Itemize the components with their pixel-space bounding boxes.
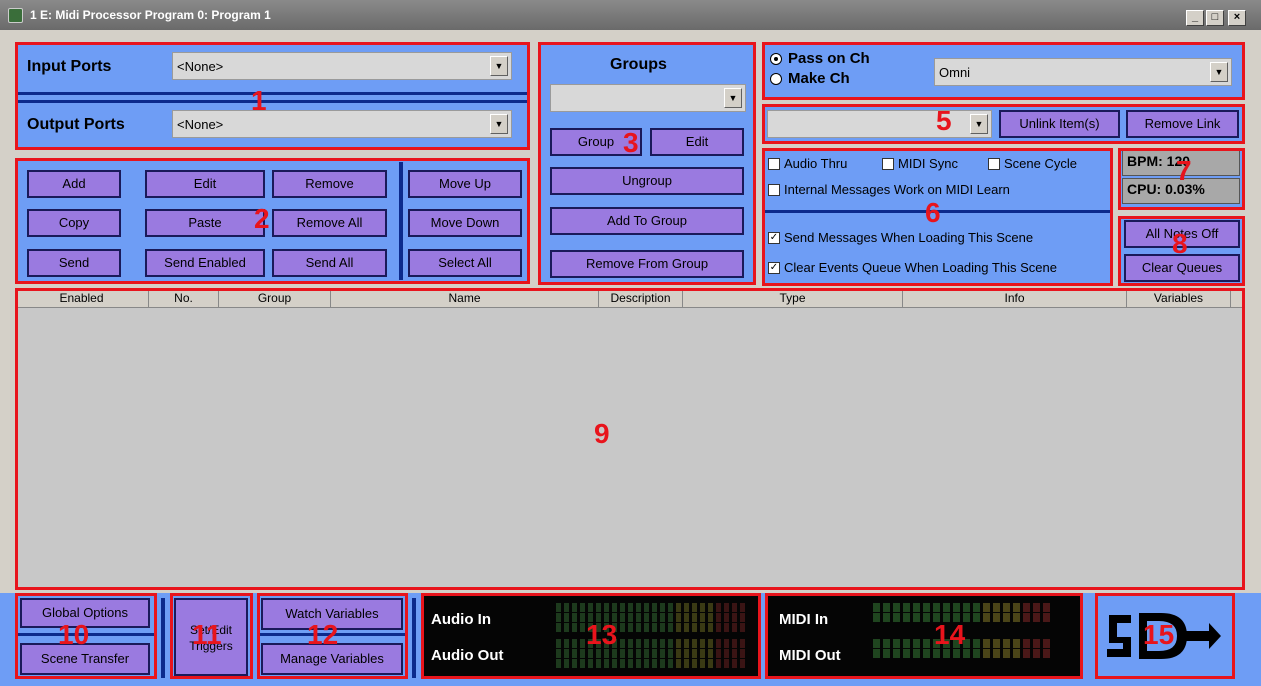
annotation-box-9 [15, 288, 1245, 590]
annotation-8: 8 [1172, 228, 1188, 259]
annotation-9: 9 [594, 418, 610, 449]
annotation-14: 14 [934, 619, 966, 650]
close-button[interactable]: × [1228, 10, 1246, 26]
annotation-7: 7 [1176, 155, 1192, 186]
separator [161, 598, 165, 678]
app-icon [8, 8, 23, 23]
annotation-12: 12 [307, 619, 339, 650]
annotation-5: 5 [936, 105, 952, 136]
annotation-15: 15 [1143, 619, 1175, 650]
annotation-box-5 [762, 104, 1245, 144]
annotation-box-1 [15, 42, 530, 150]
title-bar[interactable]: 1 E: Midi Processor Program 0: Program 1… [0, 0, 1261, 30]
annotation-13: 13 [586, 619, 618, 650]
annotation-2: 2 [254, 203, 270, 234]
annotation-11: 11 [192, 619, 222, 650]
annotation-10: 10 [58, 619, 90, 650]
window-title: 1 E: Midi Processor Program 0: Program 1 [30, 8, 271, 22]
annotation-box-14 [765, 593, 1083, 679]
maximize-button[interactable]: □ [1206, 10, 1224, 26]
annotation-box-2 [15, 158, 530, 284]
annotation-3: 3 [623, 127, 639, 158]
minimize-button[interactable]: _ [1186, 10, 1204, 26]
annotation-6: 6 [925, 197, 941, 228]
annotation-box-3 [538, 42, 756, 285]
separator [412, 598, 416, 678]
annotation-box-4 [762, 42, 1245, 100]
annotation-1: 1 [251, 85, 267, 116]
